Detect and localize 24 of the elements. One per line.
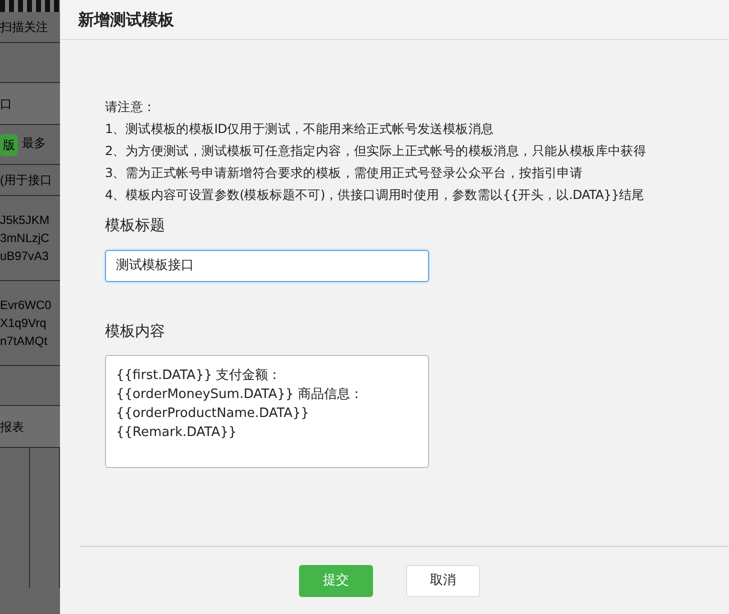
background-text: 扫描关注 <box>0 19 49 36</box>
note-text: 4、模板内容可设置参数(模板标题不可)，供接口调用时使用，参数需以{{开头，以.DATA}}结尾 <box>105 186 646 204</box>
background-badge: 版 <box>0 134 18 156</box>
note-text: 2、为方便测试，测试模板可任意指定内容，但实际上正式帐号的模板消息，只能从模板库中获得 <box>105 142 648 160</box>
note-text: 请注意： <box>105 98 157 116</box>
title-input-field[interactable]: 测试模板接口 <box>105 250 429 282</box>
qr-code-fragment <box>0 0 60 12</box>
dialog-title: 新增测试模板 <box>78 8 174 30</box>
background-text: 报表 <box>0 418 25 436</box>
background-text: (用于接口 <box>0 172 53 189</box>
background-text: uB97vA3 <box>0 248 50 265</box>
note-text: 1、测试模板的模板ID仅用于测试，不能用来给正式帐号发送模板消息 <box>105 120 495 138</box>
background-text: X1q9Vrq <box>0 315 48 332</box>
background-text: n7tAMQt <box>0 333 48 350</box>
background-text: 口 <box>0 96 13 112</box>
background-text: Evr6WC0 <box>0 297 52 314</box>
background-text: 3mNLzjC <box>0 230 50 247</box>
field-label: 模板标题 <box>105 215 166 236</box>
background-text: 最多 <box>22 134 46 152</box>
note-text: 3、需为正式帐号申请新增符合要求的模板，需使用正式号登录公众平台，按指引申请 <box>105 164 584 182</box>
cancel-button[interactable]: 取消 <box>406 564 480 596</box>
field-label: 模板内容 <box>105 320 166 342</box>
background-text: J5k5JKM <box>0 212 50 229</box>
content-textarea-field[interactable]: {{first.DATA}} 支付金额： {{orderMoneySum.DATA}} 商品信息： {{orderProductName.DATA}} {{Remark.DATA}} <box>105 355 429 468</box>
